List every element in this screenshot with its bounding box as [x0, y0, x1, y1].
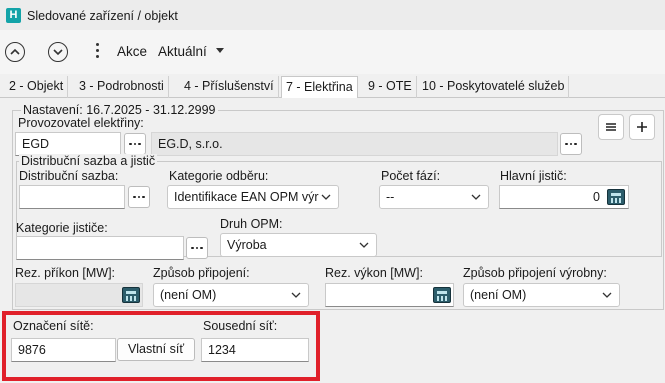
- chevron-up-circle-icon: [10, 48, 20, 55]
- reserved-input-label: Rez. příkon [MW]:: [15, 266, 116, 280]
- app-logo-icon: H: [6, 8, 21, 23]
- breaker-category-field[interactable]: [16, 236, 184, 260]
- window-title: Sledované zařízení / objekt: [27, 9, 178, 23]
- actions-menu[interactable]: Akce: [117, 44, 147, 59]
- provider-name-lookup-button[interactable]: [560, 133, 582, 155]
- list-icon: [606, 123, 616, 131]
- chevron-down-circle-icon: [53, 49, 63, 56]
- chevron-down-icon: [471, 194, 481, 200]
- calculator-icon[interactable]: [433, 287, 451, 303]
- tab-podrobnosti[interactable]: 3 - Podrobnosti: [75, 76, 169, 98]
- tab-elektrina[interactable]: 7 - Elektřina: [281, 76, 358, 99]
- tab-prislusenstvi[interactable]: 4 - Příslušenství: [180, 76, 279, 98]
- consumption-category-label: Kategorie odběru:: [169, 169, 269, 183]
- opm-type-label: Druh OPM:: [220, 217, 283, 231]
- add-button[interactable]: [629, 114, 655, 140]
- opm-type-select[interactable]: Výroba: [220, 233, 377, 257]
- list-button[interactable]: [598, 114, 624, 140]
- breaker-category-label: Kategorie jističe:: [16, 221, 108, 235]
- tab-poskytovatele-sluzeb[interactable]: 10 - Poskytovatelé služeb: [418, 76, 570, 98]
- connection-method-select[interactable]: (není OM): [153, 283, 309, 307]
- previous-record-button[interactable]: [5, 42, 25, 62]
- highlight-frame: [2, 311, 320, 381]
- tariff-group-legend: Distribuční sazba a jistič: [19, 154, 158, 168]
- calculator-icon[interactable]: [607, 189, 625, 205]
- phase-count-value: --: [386, 190, 395, 204]
- distribution-rate-lookup-button[interactable]: [128, 186, 150, 208]
- settings-group-legend: Nastavení: 16.7.2025 - 31.12.2999: [21, 103, 218, 117]
- production-connection-method-label: Způsob připojení výrobny:: [463, 266, 607, 280]
- consumption-category-value: Identifikace EAN OPM výr: [174, 190, 319, 204]
- production-connection-method-value: (není OM): [470, 288, 527, 302]
- main-breaker-value: 0: [593, 190, 600, 204]
- chevron-down-icon: [602, 292, 612, 298]
- reserved-output-label: Rez. výkon [MW]:: [325, 266, 423, 280]
- connection-method-value: (není OM): [160, 288, 217, 302]
- view-dropdown-arrow-icon[interactable]: [216, 48, 224, 53]
- tab-objekt[interactable]: 2 - Objekt: [5, 76, 69, 98]
- opm-type-value: Výroba: [227, 238, 267, 252]
- connection-method-label: Způsob připojení:: [153, 266, 250, 280]
- provider-lookup-button[interactable]: [124, 133, 146, 155]
- kebab-menu-icon[interactable]: [96, 43, 100, 59]
- provider-code-field[interactable]: EGD: [15, 132, 121, 156]
- view-selector[interactable]: Aktuální: [158, 44, 207, 59]
- provider-label: Provozovatel elektřiny:: [18, 116, 144, 130]
- distribution-rate-label: Distribuční sazba:: [19, 169, 119, 183]
- calculator-icon[interactable]: [122, 287, 140, 303]
- chevron-down-icon: [291, 292, 301, 298]
- production-connection-method-select[interactable]: (není OM): [463, 283, 620, 307]
- next-record-button[interactable]: [48, 42, 68, 62]
- chevron-down-icon: [321, 194, 331, 200]
- distribution-rate-field[interactable]: [19, 185, 125, 209]
- tab-ote[interactable]: 9 - OTE: [364, 76, 417, 98]
- breaker-category-lookup-button[interactable]: [186, 237, 208, 259]
- phase-count-select[interactable]: --: [379, 185, 489, 209]
- plus-icon: [637, 122, 647, 132]
- main-breaker-label: Hlavní jistič:: [500, 169, 567, 183]
- provider-name-field: EG.D, s.r.o.: [151, 132, 558, 156]
- phase-count-label: Počet fází:: [381, 169, 441, 183]
- consumption-category-select[interactable]: Identifikace EAN OPM výr: [167, 185, 339, 209]
- chevron-down-icon: [359, 242, 369, 248]
